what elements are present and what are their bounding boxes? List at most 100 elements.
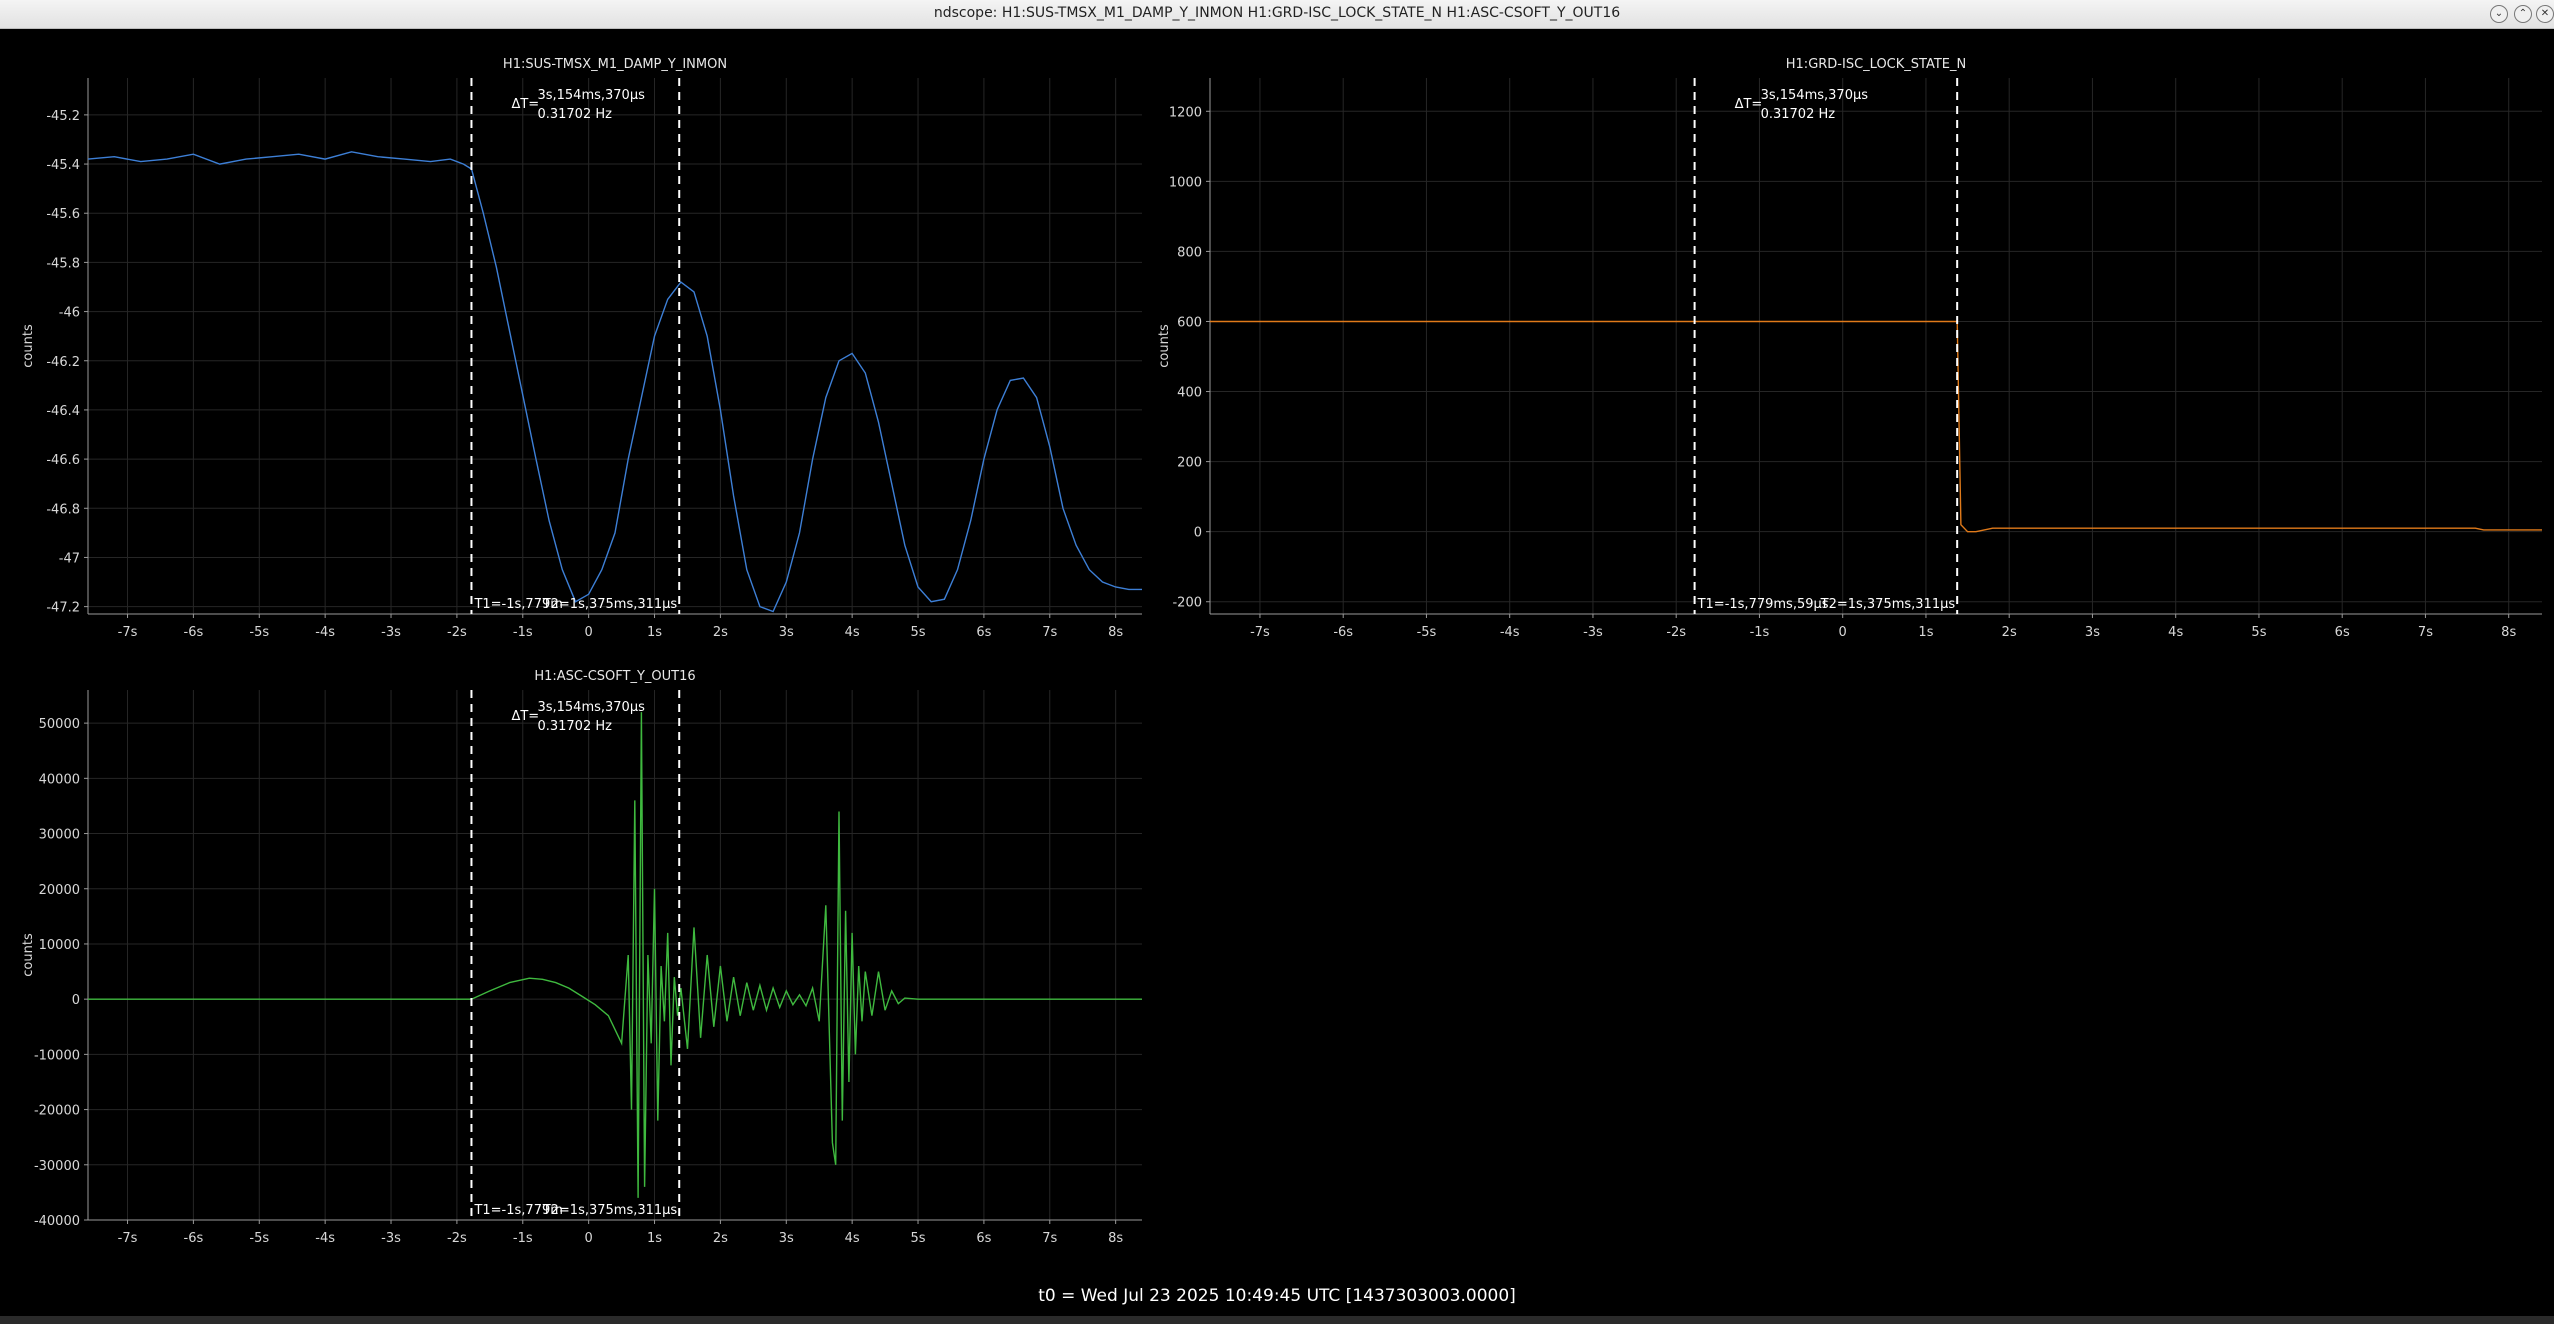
chart-svg: -7s -6s -5s -4s -3s -2s -1s 0 1s 2s 3s 4s 5s 6s 7s 8s 12…	[1157, 57, 2542, 640]
delta-t-value: 3s,154ms,370µs	[537, 700, 645, 715]
chart-group: -7s -6s -5s -4s -3s -2s -1s 0 1s 2s 3s 4s 5s 6s 7s 8s 50…	[21, 669, 1142, 1246]
x-tick-label: 6s	[2335, 625, 2350, 640]
x-tick-label: -1s	[513, 1231, 533, 1246]
x-tick-label: 3s	[779, 1231, 794, 1246]
x-tick-label: 4s	[2168, 625, 2183, 640]
y-tick-label: 1200	[1169, 105, 1202, 120]
y-tick-label: 50000	[39, 717, 80, 732]
y-tick-label: 0	[1194, 526, 1202, 541]
chart-svg: -7s -6s -5s -4s -3s -2s -1s 0 1s 2s 3s 4s 5s 6s 7s 8s 50…	[21, 669, 1142, 1246]
y-tick-label: -30000	[34, 1159, 80, 1174]
x-tick-label: 6s	[976, 625, 991, 640]
x-tick-label: -5s	[249, 625, 269, 640]
x-tick-label: -6s	[184, 1231, 204, 1246]
y-tick-label: 1000	[1169, 175, 1202, 190]
delta-t-label: ΔT=	[511, 97, 539, 112]
x-tick-label: 6s	[976, 1231, 991, 1246]
y-tick-label: 40000	[39, 772, 80, 787]
y-axis-label: counts	[1157, 324, 1172, 368]
x-tick-label: 7s	[1042, 625, 1057, 640]
x-tick-label: -6s	[1333, 625, 1353, 640]
x-tick-label: 3s	[2085, 625, 2100, 640]
close-icon[interactable]: ✕	[2536, 5, 2554, 23]
x-tick-label: -3s	[381, 1231, 401, 1246]
x-tick-label: 5s	[911, 625, 926, 640]
plot-grd-isc-lock-state[interactable]: -7s -6s -5s -4s -3s -2s -1s 0 1s 2s 3s 4s 5s 6s 7s 8s 12…	[1150, 50, 2554, 660]
x-tick-label: 7s	[1042, 1231, 1057, 1246]
x-tick-label: -2s	[1666, 625, 1686, 640]
x-tick-label: 5s	[2251, 625, 2266, 640]
x-tick-label: 1s	[647, 625, 662, 640]
x-tick-label: 3s	[779, 625, 794, 640]
delta-t-label: ΔT=	[511, 709, 539, 724]
x-tick-label: 5s	[911, 1231, 926, 1246]
x-tick-label: -2s	[447, 625, 467, 640]
plot-asc-csoft-y[interactable]: -7s -6s -5s -4s -3s -2s -1s 0 1s 2s 3s 4s 5s 6s 7s 8s 50…	[0, 662, 1150, 1266]
y-tick-label: -47	[59, 551, 80, 566]
delta-freq-value: 0.31702 Hz	[537, 107, 612, 122]
x-tick-label: -2s	[447, 1231, 467, 1246]
x-tick-label: -6s	[184, 625, 204, 640]
chart-title: H1:SUS-TMSX_M1_DAMP_Y_INMON	[503, 57, 727, 72]
x-tick-label: 0	[1839, 625, 1847, 640]
chart-title: H1:ASC-CSOFT_Y_OUT16	[534, 669, 695, 684]
chevron-down-icon[interactable]: ⌄	[2490, 5, 2508, 23]
x-tick-label: 2s	[2002, 625, 2017, 640]
x-tick-label: -1s	[1750, 625, 1770, 640]
x-tick-label: 1s	[1918, 625, 1933, 640]
y-tick-label: -47.2	[46, 601, 80, 616]
y-tick-label: -46.4	[46, 404, 80, 419]
window-title: ndscope: H1:SUS-TMSX_M1_DAMP_Y_INMON H1:…	[933, 5, 1621, 21]
x-tick-label: -5s	[1417, 625, 1437, 640]
y-tick-label: -45.4	[46, 158, 80, 173]
chart-group: -7s -6s -5s -4s -3s -2s -1s 0 1s 2s 3s 4s 5s 6s 7s 8s -4…	[21, 57, 1142, 640]
t0-readout: t0 = Wed Jul 23 2025 10:49:45 UTC [14373…	[1038, 1286, 1516, 1306]
window-titlebar: ndscope: H1:SUS-TMSX_M1_DAMP_Y_INMON H1:…	[0, 0, 2554, 29]
x-tick-label: 0	[585, 625, 593, 640]
x-tick-label: -1s	[513, 625, 533, 640]
y-tick-label: -46.2	[46, 355, 80, 370]
y-tick-label: -200	[1172, 596, 1202, 611]
y-tick-label: 600	[1177, 315, 1202, 330]
y-tick-label: 400	[1177, 386, 1202, 401]
x-tick-label: 1s	[647, 1231, 662, 1246]
plot-sus-tmsx-damp[interactable]: -7s -6s -5s -4s -3s -2s -1s 0 1s 2s 3s 4s 5s 6s 7s 8s -4…	[0, 50, 1150, 660]
y-tick-label: 800	[1177, 245, 1202, 260]
y-tick-label: -10000	[34, 1048, 80, 1063]
t2-label: T2=1s,375ms,311µs	[542, 1203, 678, 1218]
chart-group: -7s -6s -5s -4s -3s -2s -1s 0 1s 2s 3s 4s 5s 6s 7s 8s 12…	[1157, 57, 2542, 640]
delta-freq-value: 0.31702 Hz	[1761, 107, 1836, 122]
y-tick-label: 0	[72, 993, 80, 1008]
x-tick-label: 4s	[845, 625, 860, 640]
y-tick-label: 200	[1177, 456, 1202, 471]
chart-title: H1:GRD-ISC_LOCK_STATE_N	[1786, 57, 1966, 72]
x-tick-label: 2s	[713, 625, 728, 640]
x-tick-label: -3s	[381, 625, 401, 640]
x-tick-label: 7s	[2418, 625, 2433, 640]
x-tick-label: -7s	[118, 1231, 138, 1246]
chevron-up-icon[interactable]: ⌃	[2514, 5, 2532, 23]
x-tick-label: 0	[585, 1231, 593, 1246]
x-tick-label: 8s	[2501, 625, 2516, 640]
x-tick-label: -4s	[315, 1231, 335, 1246]
y-tick-label: -20000	[34, 1104, 80, 1119]
x-tick-label: -4s	[315, 625, 335, 640]
t2-label: T2=1s,375ms,311µs	[1820, 597, 1956, 612]
x-tick-label: 8s	[1108, 1231, 1123, 1246]
delta-t-label: ΔT=	[1735, 97, 1763, 112]
x-tick-label: 2s	[713, 1231, 728, 1246]
x-tick-label: -4s	[1500, 625, 1520, 640]
window-bottom-edge	[0, 1316, 2554, 1324]
y-tick-label: -46.6	[46, 453, 80, 468]
delta-freq-value: 0.31702 Hz	[537, 719, 612, 734]
x-tick-label: -3s	[1583, 625, 1603, 640]
t1-label: T1=-1s,779ms,59µs	[1697, 597, 1829, 612]
chart-svg: -7s -6s -5s -4s -3s -2s -1s 0 1s 2s 3s 4s 5s 6s 7s 8s -4…	[21, 57, 1142, 640]
y-tick-label: -45.8	[46, 256, 80, 271]
y-axis-label: counts	[21, 324, 36, 368]
y-tick-label: 10000	[39, 938, 80, 953]
y-tick-label: 20000	[39, 883, 80, 898]
delta-t-value: 3s,154ms,370µs	[537, 88, 645, 103]
y-tick-label: -40000	[34, 1214, 80, 1229]
y-tick-label: -45.2	[46, 109, 80, 124]
